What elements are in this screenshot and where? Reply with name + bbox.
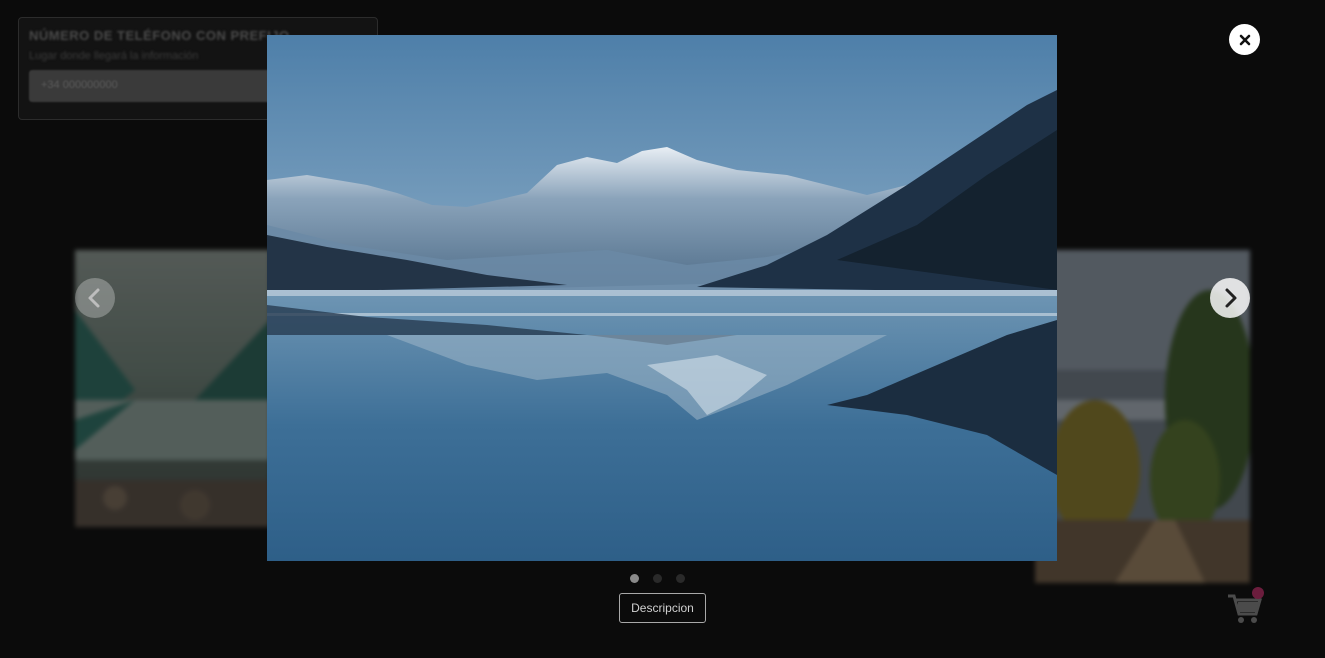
cart-widget <box>1225 587 1265 627</box>
chevron-right-icon <box>1225 288 1237 308</box>
shopping-cart-icon <box>1228 587 1264 623</box>
cart-badge <box>1252 587 1264 599</box>
close-button[interactable] <box>1229 24 1260 55</box>
lightbox-page: NÚMERO DE TELÉFONO CON PREFIJO Lugar don… <box>0 0 1325 658</box>
phone-input: +34 000000000 <box>29 70 279 102</box>
chevron-left-icon <box>88 288 100 308</box>
slide-dot-3[interactable] <box>676 574 685 583</box>
previous-slide-button[interactable] <box>75 278 115 318</box>
next-slide-button[interactable] <box>1210 278 1250 318</box>
slide-pagination <box>630 574 685 583</box>
slide-dot-1[interactable] <box>630 574 639 583</box>
close-icon <box>1239 34 1250 45</box>
main-slide-image <box>267 35 1057 561</box>
slide-dot-2[interactable] <box>653 574 662 583</box>
description-button[interactable]: Descripcion <box>619 593 706 623</box>
